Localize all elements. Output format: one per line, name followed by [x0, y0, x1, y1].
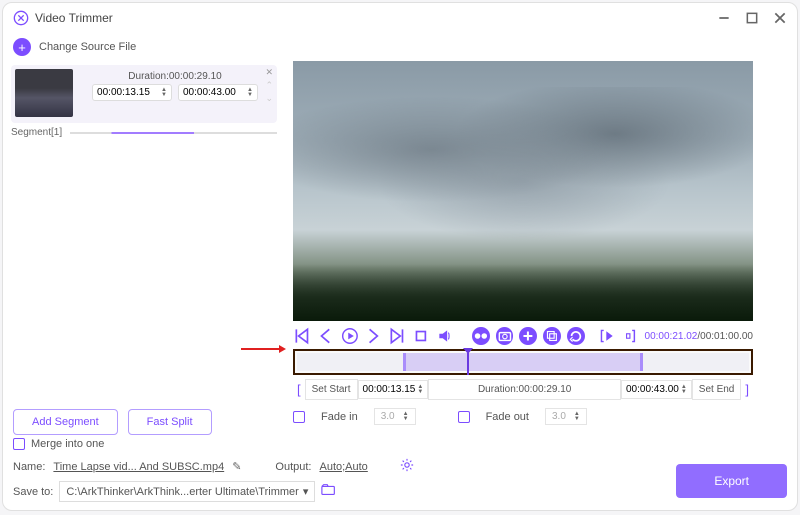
segment-label: Segment[1] [11, 127, 62, 138]
fade-out-label: Fade out [486, 411, 529, 423]
segment-panel[interactable]: Duration:00:00:29.10 00:00:13.15 ▲▼ 00:0… [11, 65, 277, 123]
next-frame-icon[interactable] [364, 327, 382, 345]
duration-label: Duration:00:00:29.10 [77, 69, 273, 84]
prev-frame-icon[interactable] [317, 327, 335, 345]
snapshot-icon[interactable] [496, 327, 514, 345]
copy-icon[interactable] [543, 327, 561, 345]
set-start-button[interactable]: Set Start [305, 379, 358, 400]
name-label: Name: [13, 461, 45, 473]
timeline-selection[interactable] [403, 353, 643, 371]
segment-close-icon[interactable]: ✕ [265, 67, 273, 78]
save-path-dropdown[interactable]: C:\ArkThinker\ArkThink...erter Ultimate\… [59, 481, 315, 502]
window-controls [717, 11, 787, 25]
fade-in-checkbox[interactable] [293, 411, 305, 423]
right-panel: 00:00:21.02/00:01:00.00 [ Set Start 00:0… [285, 61, 797, 441]
segment-info: Duration:00:00:29.10 00:00:13.15 ▲▼ 00:0… [77, 69, 273, 119]
fade-out-value[interactable]: 3.0 ▲▼ [545, 408, 587, 425]
app-logo-icon [13, 10, 29, 26]
set-end-time[interactable]: 00:00:43.00 ▲▼ [621, 380, 692, 399]
fade-row: Fade in 3.0 ▲▼ Fade out 3.0 ▲▼ [293, 408, 789, 425]
add-segment-button[interactable]: Add Segment [13, 409, 118, 435]
fast-split-button[interactable]: Fast Split [128, 409, 212, 435]
action1-icon[interactable] [472, 327, 490, 345]
timeline-cursor[interactable] [463, 348, 473, 375]
minimize-button[interactable] [717, 11, 731, 25]
chevron-down-icon[interactable]: ▾ [303, 485, 309, 498]
skip-end-icon[interactable] [388, 327, 406, 345]
time-display: 00:00:21.02/00:01:00.00 [645, 331, 753, 342]
output-value: Auto;Auto [319, 461, 367, 473]
stepper-icon[interactable]: ▲▼ [403, 412, 409, 422]
loop-icon[interactable] [567, 327, 585, 345]
segment-timeline-mini[interactable] [70, 132, 277, 134]
segment-label-row: Segment[1] [11, 127, 277, 138]
close-button[interactable] [773, 11, 787, 25]
open-folder-icon[interactable] [321, 483, 337, 500]
stepper-icon[interactable]: ▲▼ [681, 385, 687, 395]
change-source-label[interactable]: Change Source File [39, 41, 136, 53]
name-value: Time Lapse vid... And SUBSC.mp4 [53, 461, 224, 473]
edit-name-icon[interactable]: ✎ [232, 460, 241, 473]
fade-in-value[interactable]: 3.0 ▲▼ [374, 408, 416, 425]
skip-start-icon[interactable] [293, 327, 311, 345]
video-preview[interactable] [293, 61, 753, 321]
output-label: Output: [275, 461, 311, 473]
change-source-icon[interactable]: + [13, 38, 31, 56]
window-title: Video Trimmer [35, 11, 717, 25]
bottom-bar: Merge into one Name: Time Lapse vid... A… [13, 438, 787, 502]
volume-icon[interactable] [436, 327, 454, 345]
set-end-button[interactable]: Set End [692, 379, 742, 400]
stepper-icon[interactable]: ▲▼ [247, 88, 253, 98]
left-panel: Duration:00:00:29.10 00:00:13.15 ▲▼ 00:0… [3, 61, 285, 441]
merge-row: Merge into one [13, 438, 787, 450]
playback-controls: 00:00:21.02/00:01:00.00 [293, 327, 753, 345]
set-row: [ Set Start 00:00:13.15 ▲▼ Duration:00:0… [293, 379, 753, 400]
titlebar: Video Trimmer [3, 3, 797, 33]
segment-thumbnail [15, 69, 73, 117]
stepper-icon[interactable]: ▲▼ [161, 88, 167, 98]
add-icon[interactable] [519, 327, 537, 345]
segment-down-icon[interactable]: ⌄ [265, 93, 273, 104]
stepper-icon[interactable]: ▲▼ [417, 385, 423, 395]
play-icon[interactable] [341, 327, 359, 345]
merge-label: Merge into one [31, 438, 104, 450]
output-settings-icon[interactable] [400, 458, 414, 475]
stepper-icon[interactable]: ▲▼ [574, 412, 580, 422]
segment-start-input[interactable]: 00:00:13.15 ▲▼ [92, 84, 172, 101]
save-to-label: Save to: [13, 486, 53, 498]
fade-in-label: Fade in [321, 411, 358, 423]
set-duration: Duration:00:00:29.10 [428, 379, 621, 400]
timeline[interactable] [293, 349, 753, 375]
segment-up-icon[interactable]: ⌃ [265, 80, 273, 91]
annotation-arrow [241, 345, 286, 353]
app-window: Video Trimmer + Change Source File Durat… [2, 2, 798, 511]
maximize-button[interactable] [745, 11, 759, 25]
merge-checkbox[interactable] [13, 438, 25, 450]
export-button[interactable]: Export [676, 464, 787, 498]
toolbar: + Change Source File [3, 33, 797, 61]
bracket-out-icon[interactable] [621, 327, 639, 345]
stop-icon[interactable] [412, 327, 430, 345]
segment-end-input[interactable]: 00:00:43.00 ▲▼ [178, 84, 258, 101]
set-start-time[interactable]: 00:00:13.15 ▲▼ [358, 380, 429, 399]
bracket-left-icon: [ [293, 382, 305, 397]
bracket-right-icon: ] [741, 382, 753, 397]
fade-out-checkbox[interactable] [458, 411, 470, 423]
segment-actions: ✕ ⌃ ⌄ [265, 67, 273, 104]
bracket-in-icon[interactable] [597, 327, 615, 345]
main-area: Duration:00:00:29.10 00:00:13.15 ▲▼ 00:0… [3, 61, 797, 441]
